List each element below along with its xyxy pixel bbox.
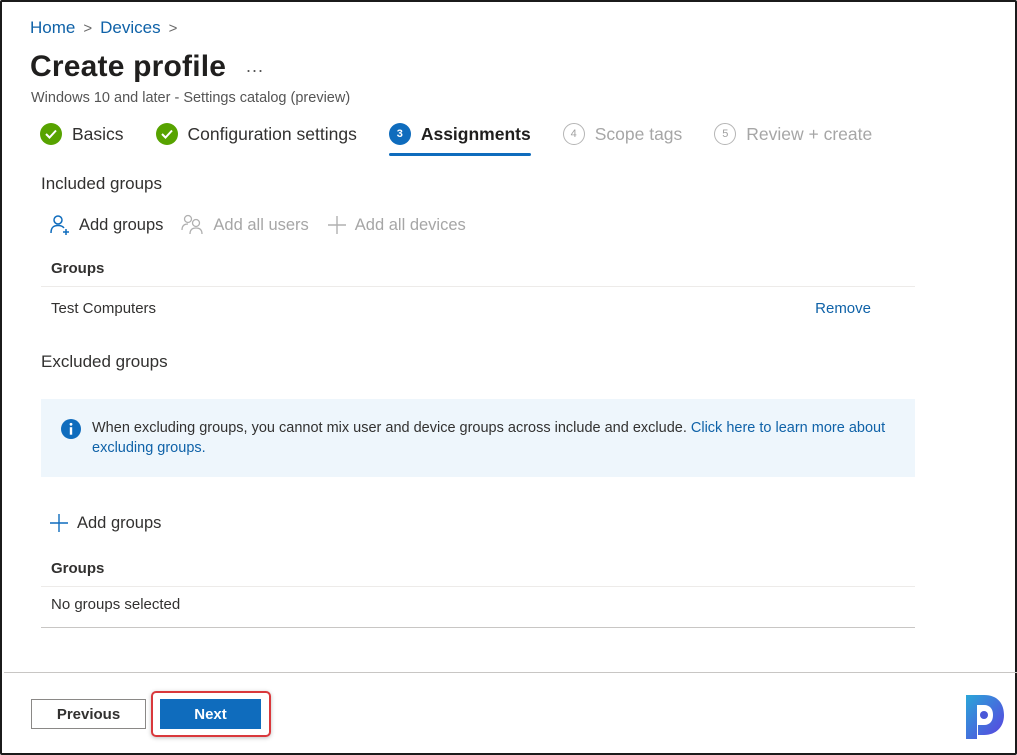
- next-button[interactable]: Next: [160, 699, 261, 729]
- step-label: Basics: [72, 123, 124, 144]
- tab-basics[interactable]: Basics: [40, 123, 124, 153]
- add-user-icon: [49, 214, 71, 236]
- table-row: Test Computers Remove: [41, 287, 915, 331]
- step-number-icon: 4: [562, 123, 585, 145]
- window-frame: Home > Devices > Create profile ... Wind…: [0, 0, 1017, 755]
- remove-group-link[interactable]: Remove: [815, 287, 871, 331]
- brand-logo-icon: [962, 691, 1006, 746]
- chevron-right-icon: >: [168, 19, 178, 37]
- page-title: Create profile: [30, 50, 227, 83]
- step-number-icon: 3: [388, 123, 411, 145]
- groups-column-header: Groups: [41, 552, 915, 587]
- info-text: When excluding groups, you cannot mix us…: [92, 420, 691, 436]
- add-excluded-groups-button[interactable]: Add groups: [49, 513, 161, 533]
- tab-scope-tags[interactable]: 4 Scope tags: [562, 123, 683, 153]
- previous-button[interactable]: Previous: [31, 699, 146, 729]
- add-all-devices-button[interactable]: Add all devices: [327, 215, 466, 235]
- plus-icon: [49, 513, 69, 533]
- breadcrumb-devices[interactable]: Devices: [100, 18, 160, 38]
- step-label: Configuration settings: [187, 123, 357, 144]
- info-banner: When excluding groups, you cannot mix us…: [41, 399, 915, 477]
- groups-column-header: Groups: [41, 252, 915, 287]
- add-groups-label: Add groups: [77, 513, 162, 532]
- step-label: Assignments: [420, 123, 531, 144]
- footer-divider: [4, 672, 1017, 673]
- more-options-button[interactable]: ...: [246, 56, 264, 77]
- excluded-groups-title: Excluded groups: [41, 352, 168, 371]
- add-groups-label: Add groups: [79, 215, 164, 234]
- chevron-right-icon: >: [83, 19, 93, 37]
- checkmark-icon: [155, 123, 178, 145]
- excluded-groups-table: Groups No groups selected: [41, 552, 915, 628]
- included-groups-title: Included groups: [41, 174, 162, 193]
- step-label: Review + create: [746, 123, 873, 144]
- page-subtitle: Windows 10 and later - Settings catalog …: [31, 90, 351, 106]
- users-icon: [181, 214, 205, 236]
- add-all-users-label: Add all users: [213, 215, 309, 234]
- wizard-steps: Basics Configuration settings 3 Assignme…: [40, 123, 904, 156]
- included-command-bar: Add groups Add all users Add all devices: [49, 214, 484, 236]
- breadcrumb-home[interactable]: Home: [30, 18, 75, 38]
- tab-review-create[interactable]: 5 Review + create: [714, 123, 872, 153]
- tab-configuration-settings[interactable]: Configuration settings: [155, 123, 357, 153]
- checkmark-icon: [40, 123, 62, 145]
- excluded-command-bar: Add groups: [49, 513, 179, 533]
- add-groups-button[interactable]: Add groups: [49, 214, 163, 236]
- info-icon: [61, 419, 81, 445]
- table-row-empty: No groups selected: [41, 587, 915, 628]
- empty-message: No groups selected: [51, 596, 181, 613]
- step-label: Scope tags: [594, 123, 683, 144]
- included-groups-table: Groups Test Computers Remove: [41, 252, 915, 331]
- plus-icon: [327, 215, 347, 235]
- add-all-users-button[interactable]: Add all users: [181, 214, 309, 236]
- breadcrumb: Home > Devices >: [30, 18, 177, 38]
- tab-assignments[interactable]: 3 Assignments: [388, 123, 531, 156]
- add-all-devices-label: Add all devices: [354, 215, 466, 234]
- group-name: Test Computers: [51, 300, 157, 317]
- step-number-icon: 5: [714, 123, 737, 145]
